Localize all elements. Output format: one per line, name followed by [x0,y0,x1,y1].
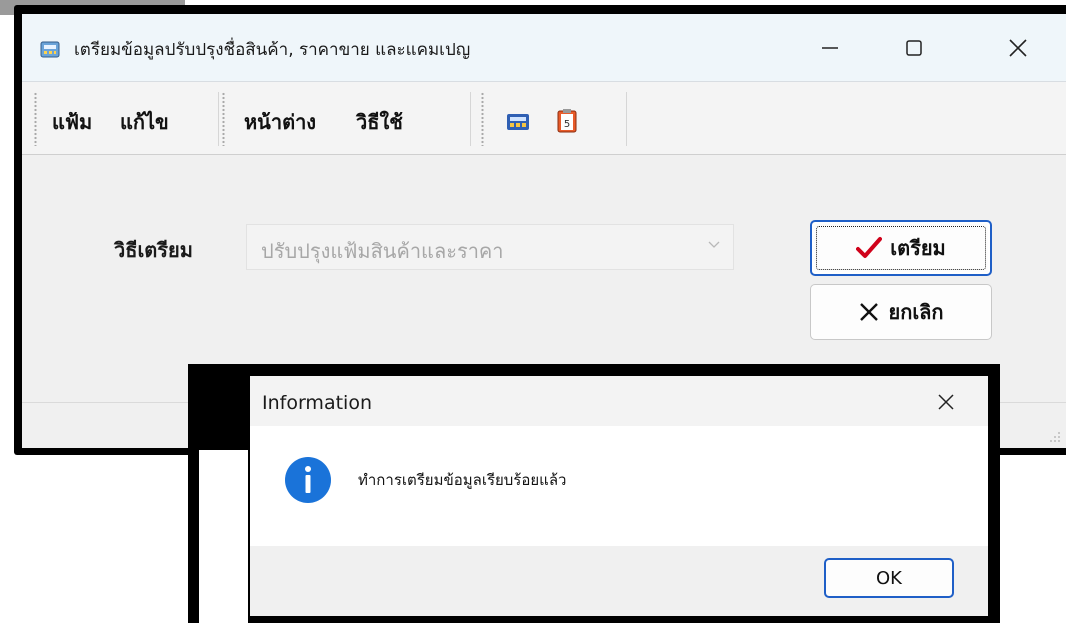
calculator-icon[interactable] [506,112,530,132]
information-dialog: Information ทำการเตรียมข้อมูลเรียบร้อยแล… [250,376,988,616]
menu-window[interactable]: หน้าต่าง [244,106,316,138]
prepare-button[interactable]: เตรียม [810,220,992,276]
close-icon [1009,39,1027,57]
x-icon [858,301,880,323]
menu-separator [626,92,627,146]
svg-text:5: 5 [564,119,570,130]
toolbar-grip[interactable] [222,92,225,146]
minimize-icon [822,47,838,49]
cancel-button[interactable]: ยกเลิก [810,284,992,340]
menu-separator [218,92,219,146]
title-bar[interactable]: เตรียมข้อมูลปรับปรุงชื่อสินค้า, ราคาขาย … [22,14,1066,82]
info-icon [285,457,331,503]
ok-button-label: OK [876,567,902,589]
chevron-down-icon [708,241,720,248]
menu-separator [470,92,471,146]
focus-ring [816,226,986,270]
close-button[interactable] [988,24,1048,72]
dialog-message: ทำการเตรียมข้อมูลเรียบร้อยแล้ว [358,471,567,489]
cancel-button-label: ยกเลิก [888,300,944,324]
toolbar-grip[interactable] [481,92,484,146]
method-select[interactable]: ปรับปรุงแฟ้มสินค้าและราคา [246,224,734,270]
maximize-button[interactable] [884,24,944,72]
resize-grip-icon[interactable] [1048,430,1062,444]
minimize-button[interactable] [800,24,860,72]
window-title: เตรียมข้อมูลปรับปรุงชื่อสินค้า, ราคาขาย … [74,40,471,60]
close-icon [938,394,954,410]
menu-file[interactable]: แฟ้ม [52,106,92,138]
menu-edit[interactable]: แก้ไข [120,106,169,138]
method-select-value: ปรับปรุงแฟ้มสินค้าและราคา [261,239,504,263]
dialog-close-button[interactable] [926,384,966,420]
ok-button[interactable]: OK [824,558,954,598]
dialog-title: Information [262,392,372,414]
dialog-shadow-strip [199,450,248,623]
menu-help[interactable]: วิธีใช้ [356,106,403,138]
toolbar-grip[interactable] [34,92,37,146]
clipboard-icon[interactable]: 5 [556,108,578,134]
menu-bar: แฟ้ม แก้ไข หน้าต่าง วิธีใช้ 5 [22,82,1066,155]
app-calculator-icon [40,41,60,58]
dialog-title-bar[interactable]: Information [250,376,988,426]
method-label: วิธีเตรียม [114,238,193,262]
maximize-icon [906,40,922,56]
dialog-footer: OK [250,546,988,616]
